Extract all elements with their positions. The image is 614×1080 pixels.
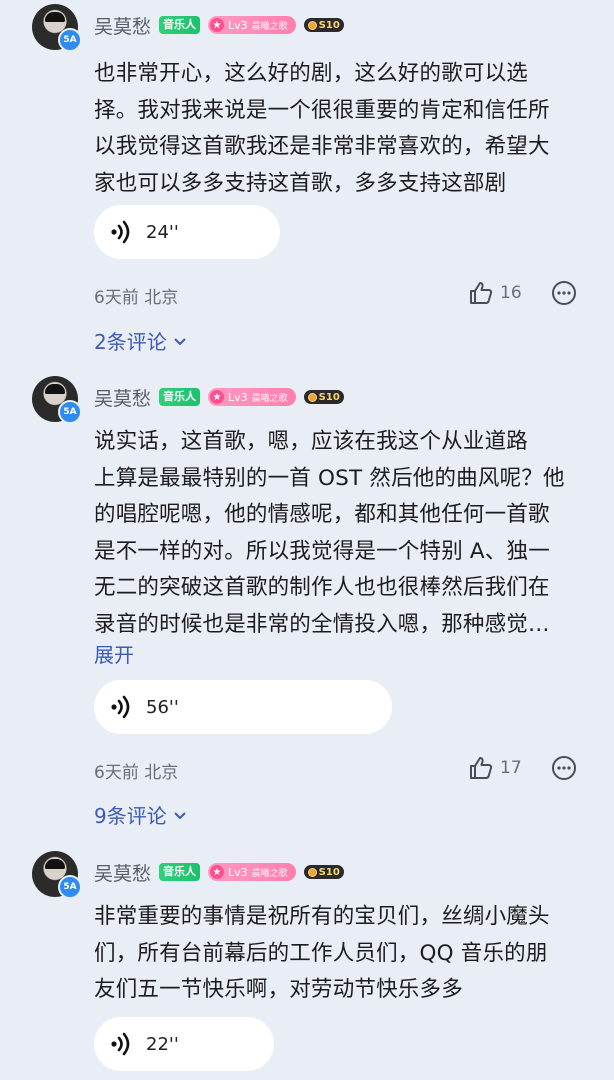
vip-icon (307, 392, 317, 402)
name-row: 吴莫愁 音乐人 ★ Lv3 晨曦之歌 S10 (94, 384, 344, 410)
thumbs-up-icon (470, 757, 493, 779)
time-location: 6天前 北京 (94, 288, 179, 308)
voice-wave-icon (111, 220, 130, 244)
like-button[interactable]: 16 (468, 280, 522, 306)
voice-message[interactable]: 56'' (94, 680, 392, 734)
comment-text: 说实话，这首歌，嗯，应该在我这个从业道路 上算是最最特别的一首 OST 然后他的… (94, 429, 565, 637)
view-replies-link[interactable]: 2条评论 (94, 326, 189, 355)
view-replies-link[interactable]: 9条评论 (94, 800, 189, 829)
vip-badge: S10 (303, 865, 344, 879)
vip-label: S10 (318, 19, 340, 31)
level-sub-label: 晨曦之歌 (251, 393, 288, 404)
avatar[interactable]: 5A (32, 851, 82, 899)
vip-badge: S10 (303, 390, 344, 404)
more-dots-icon[interactable] (551, 280, 577, 306)
level-label: Lv3 (228, 18, 248, 32)
voice-wave-icon (111, 1032, 130, 1056)
name-row: 吴莫愁 音乐人 ★ Lv3 晨曦之歌 S10 (94, 12, 344, 38)
vip-label: S10 (318, 391, 340, 403)
voice-duration: 24'' (146, 221, 179, 243)
comment-text: 非常重要的事情是祝所有的宝贝们，丝绸小魔头 们，所有台前幕后的工作人员们，QQ … (94, 904, 550, 1002)
like-count: 17 (500, 758, 522, 778)
chevron-down-icon (174, 811, 186, 819)
voice-duration: 56'' (146, 696, 179, 718)
musician-badge: 音乐人 (159, 863, 201, 881)
time-location: 6天前 北京 (94, 763, 179, 783)
vip-icon (307, 20, 317, 30)
star-icon: ★ (210, 865, 225, 879)
vip-badge: S10 (303, 18, 344, 32)
level-badge: ★ Lv3 晨曦之歌 (208, 16, 296, 34)
replies-label: 2条评论 (94, 330, 167, 354)
artist-badge-icon: 5A (58, 400, 82, 424)
vip-icon (307, 867, 317, 877)
musician-badge: 音乐人 (159, 16, 201, 34)
artist-badge-icon: 5A (58, 875, 82, 899)
expand-link[interactable]: 展开 (94, 639, 134, 668)
vip-label: S10 (318, 866, 340, 878)
star-icon: ★ (210, 18, 225, 32)
replies-label: 9条评论 (94, 804, 167, 828)
star-icon: ★ (210, 390, 225, 404)
level-label: Lv3 (228, 390, 248, 404)
artist-badge-icon: 5A (58, 28, 82, 52)
musician-badge: 音乐人 (159, 388, 201, 406)
voice-message[interactable]: 24'' (94, 205, 280, 259)
like-button[interactable]: 17 (468, 755, 522, 781)
level-sub-label: 晨曦之歌 (251, 868, 288, 879)
voice-message[interactable]: 22'' (94, 1017, 274, 1071)
thumbs-up-icon (470, 282, 493, 304)
username[interactable]: 吴莫愁 (94, 859, 151, 886)
level-sub-label: 晨曦之歌 (251, 21, 288, 32)
level-label: Lv3 (228, 865, 248, 879)
username[interactable]: 吴莫愁 (94, 12, 151, 39)
avatar[interactable]: 5A (32, 4, 82, 52)
level-badge: ★ Lv3 晨曦之歌 (208, 388, 296, 406)
comment-text: 也非常开心，这么好的剧，这么好的歌可以选 择。我对我来说是一个很很重要的肯定和信… (94, 61, 550, 196)
chevron-down-icon (174, 337, 186, 345)
like-count: 16 (500, 283, 522, 303)
avatar[interactable]: 5A (32, 376, 82, 424)
more-dots-icon[interactable] (551, 755, 577, 781)
voice-duration: 22'' (146, 1033, 179, 1055)
username[interactable]: 吴莫愁 (94, 384, 151, 411)
voice-wave-icon (111, 695, 130, 719)
name-row: 吴莫愁 音乐人 ★ Lv3 晨曦之歌 S10 (94, 859, 344, 885)
level-badge: ★ Lv3 晨曦之歌 (208, 863, 296, 881)
